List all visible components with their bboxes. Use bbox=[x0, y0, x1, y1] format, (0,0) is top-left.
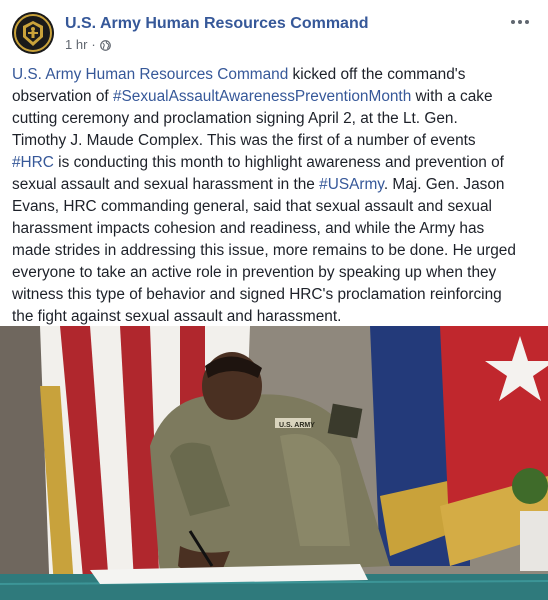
post-header: U.S. Army Human Resources Command 1 hr · bbox=[12, 10, 536, 56]
post-text-segment: made strides in addressing this issue, m… bbox=[12, 242, 516, 259]
post-text-segment: observation of bbox=[12, 88, 113, 105]
post-meta: 1 hr · bbox=[65, 37, 111, 52]
page-name-link[interactable]: U.S. Army Human Resources Command bbox=[65, 15, 368, 33]
post-text-line: made strides in addressing this issue, m… bbox=[12, 240, 542, 262]
meta-separator: · bbox=[91, 37, 96, 52]
facebook-post: U.S. Army Human Resources Command 1 hr ·… bbox=[0, 0, 548, 600]
post-text-segment: sexual assault and sexual harassment in … bbox=[12, 176, 320, 193]
post-text-segment: cutting ceremony and proclamation signin… bbox=[12, 110, 458, 127]
post-text-segment: with a cake bbox=[411, 88, 493, 105]
post-text-segment: everyone to take an active role in preve… bbox=[12, 264, 497, 281]
hashtag-link[interactable]: #HRC bbox=[12, 154, 54, 171]
more-options-icon[interactable] bbox=[508, 12, 532, 32]
post-text-segment: Evans, HRC commanding general, said that… bbox=[12, 198, 492, 215]
post-text-line: the fight against sexual assault and har… bbox=[12, 306, 542, 328]
post-text-segment: the fight against sexual assault and har… bbox=[12, 308, 342, 325]
post-timestamp[interactable]: 1 hr bbox=[65, 37, 87, 52]
globe-icon[interactable] bbox=[99, 39, 111, 51]
post-text-segment: witness this type of behavior and signed… bbox=[12, 286, 502, 303]
hrc-logo-icon bbox=[12, 12, 54, 54]
post-text-segment: kicked off the command's bbox=[288, 66, 466, 83]
post-text-line: cutting ceremony and proclamation signin… bbox=[12, 108, 542, 130]
hashtag-link[interactable]: #USArmy bbox=[319, 176, 384, 193]
post-text-segment: harassment impacts cohesion and readines… bbox=[12, 220, 485, 237]
post-text-line: observation of #SexualAssaultAwarenessPr… bbox=[12, 86, 542, 108]
name-tape: U.S. ARMY bbox=[279, 422, 315, 429]
post-text-line: harassment impacts cohesion and readines… bbox=[12, 218, 542, 240]
post-text-line: witness this type of behavior and signed… bbox=[12, 284, 542, 306]
post-photo[interactable]: U.S. ARMY bbox=[0, 326, 548, 600]
post-text-segment: Timothy J. Maude Complex. This was the f… bbox=[12, 132, 476, 149]
post-text-line: Evans, HRC commanding general, said that… bbox=[12, 196, 542, 218]
post-text-segment: . Maj. Gen. Jason bbox=[383, 176, 505, 193]
page-avatar[interactable] bbox=[12, 12, 54, 54]
post-text-line: U.S. Army Human Resources Command kicked… bbox=[12, 64, 542, 86]
post-text-line: Timothy J. Maude Complex. This was the f… bbox=[12, 130, 542, 152]
post-text-line: sexual assault and sexual harassment in … bbox=[12, 174, 542, 196]
post-text-segment: is conducting this month to highlight aw… bbox=[53, 154, 504, 171]
page-mention-link[interactable]: U.S. Army Human Resources Command bbox=[12, 66, 288, 83]
post-text: U.S. Army Human Resources Command kicked… bbox=[12, 64, 542, 328]
post-text-line: #HRC is conducting this month to highlig… bbox=[12, 152, 542, 174]
hashtag-link[interactable]: #SexualAssaultAwarenessPreventionMonth bbox=[113, 88, 411, 105]
post-text-line: everyone to take an active role in preve… bbox=[12, 262, 542, 284]
